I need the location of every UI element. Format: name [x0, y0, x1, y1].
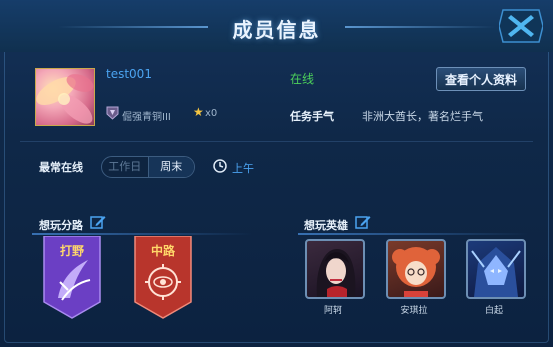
hero-anqila-name: 安琪拉	[400, 306, 428, 316]
edit-heroes-icon[interactable]	[355, 214, 371, 230]
dialog-title: 成员信息	[232, 18, 321, 42]
lane-jungle-label: 打野	[59, 244, 84, 258]
task-luck-label: 任务手气	[290, 110, 334, 123]
hero-ake-portrait	[316, 249, 356, 297]
hero-anqila[interactable]	[386, 239, 446, 299]
toggle-weekday[interactable]: 工作日	[102, 157, 148, 177]
view-profile-button[interactable]: 查看个人资料	[436, 67, 526, 91]
hero-ake[interactable]	[305, 239, 365, 299]
close-icon	[498, 9, 544, 43]
rank-text: 倔强青铜III	[122, 112, 171, 123]
member-info-dialog: 成员信息 test001 倔强青铜III ★ x0 在线 查看个人资料 任务手气…	[0, 0, 553, 347]
divider	[20, 141, 533, 142]
rank-badge-icon	[106, 106, 119, 120]
hero-ake-name: 阿轲	[323, 306, 342, 316]
task-luck-value: 非洲大酋长，著名烂手气	[362, 110, 483, 123]
preferred-lanes-title: 想玩分路	[39, 219, 83, 232]
lane-jungle[interactable]: 打野	[40, 235, 104, 320]
username: test001	[106, 67, 152, 81]
edit-lanes-icon[interactable]	[90, 214, 106, 230]
online-day-toggle: 工作日 周末	[101, 156, 195, 178]
toggle-weekend[interactable]: 周末	[148, 157, 194, 177]
online-time-value: 上午	[232, 162, 254, 175]
flower-image	[36, 74, 94, 124]
lane-mid[interactable]: 中路	[131, 235, 195, 320]
heroes-underline	[298, 233, 528, 235]
online-status: 在线	[290, 72, 315, 86]
clock-icon	[213, 159, 227, 173]
hero-baiqi-portrait	[471, 247, 521, 297]
frequent-online-label: 最常在线	[39, 161, 83, 174]
lane-mid-label: 中路	[150, 244, 175, 258]
lanes-underline	[32, 233, 252, 235]
hero-anqila-portrait	[392, 247, 440, 297]
hero-baiqi[interactable]	[466, 239, 526, 299]
star-count: x0	[205, 108, 218, 119]
hero-baiqi-name: 白起	[484, 306, 503, 316]
close-button[interactable]	[498, 6, 544, 46]
preferred-heroes-title: 想玩英雄	[304, 219, 348, 232]
star-icon: ★	[193, 105, 204, 119]
avatar[interactable]	[35, 68, 95, 126]
